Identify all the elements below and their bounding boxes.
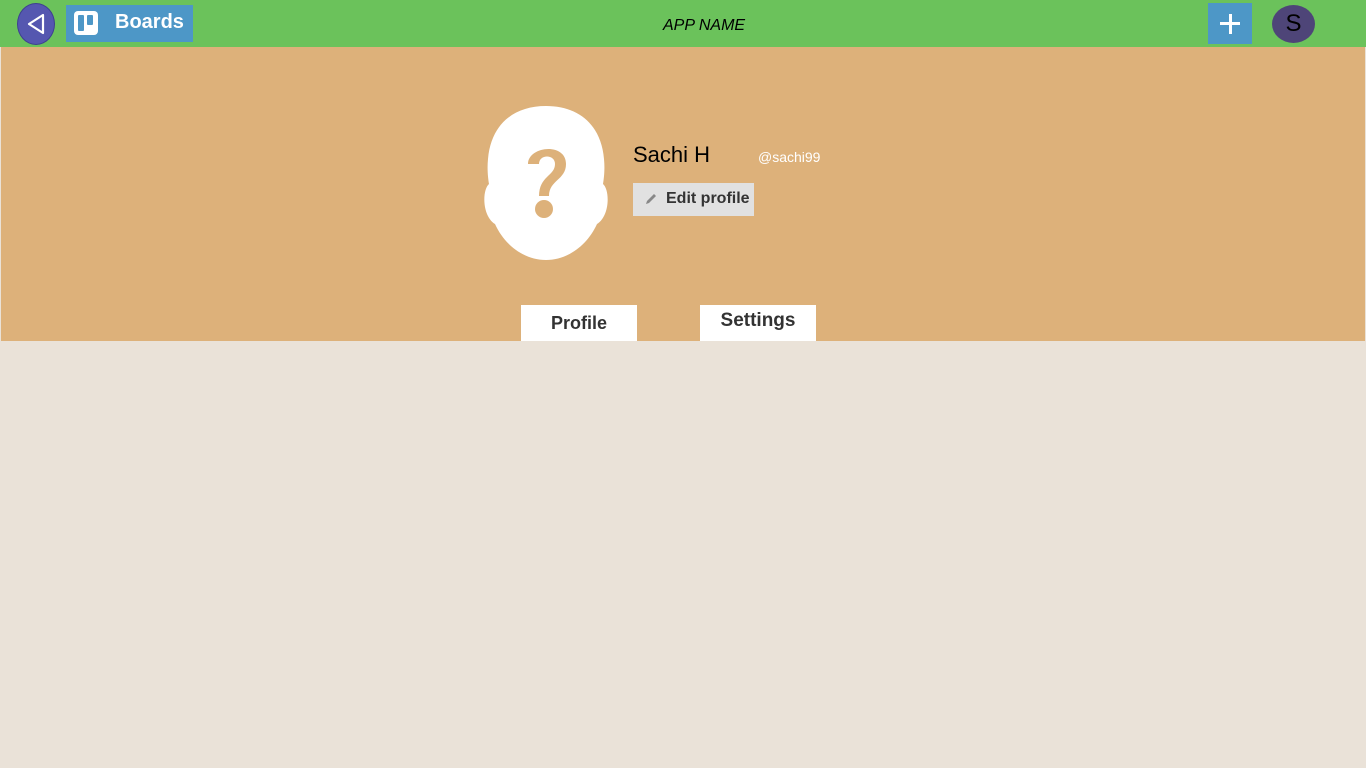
back-button[interactable] bbox=[17, 3, 55, 45]
unknown-person-icon bbox=[484, 106, 608, 260]
trello-board-icon bbox=[74, 11, 98, 35]
boards-button[interactable]: Boards bbox=[66, 5, 193, 42]
profile-name: Sachi H bbox=[633, 142, 711, 167]
edit-profile-button[interactable]: Edit profile bbox=[633, 183, 754, 216]
boards-label: Boards bbox=[115, 11, 184, 33]
edit-profile-label: Edit profile bbox=[666, 190, 750, 207]
app-name: APP NAME bbox=[663, 17, 746, 34]
top-bar: Boards APP NAME S bbox=[0, 0, 1366, 47]
triangle-left-icon bbox=[27, 13, 45, 35]
tab-profile-label: Profile bbox=[550, 313, 607, 333]
tab-settings-label: Settings bbox=[720, 310, 796, 331]
tab-settings[interactable]: Settings bbox=[700, 305, 816, 341]
tab-profile[interactable]: Profile bbox=[521, 305, 637, 341]
pencil-icon bbox=[646, 194, 656, 204]
profile-handle: @sachi99 bbox=[758, 149, 821, 165]
user-avatar[interactable]: S bbox=[1272, 5, 1315, 43]
add-button[interactable] bbox=[1208, 3, 1252, 44]
